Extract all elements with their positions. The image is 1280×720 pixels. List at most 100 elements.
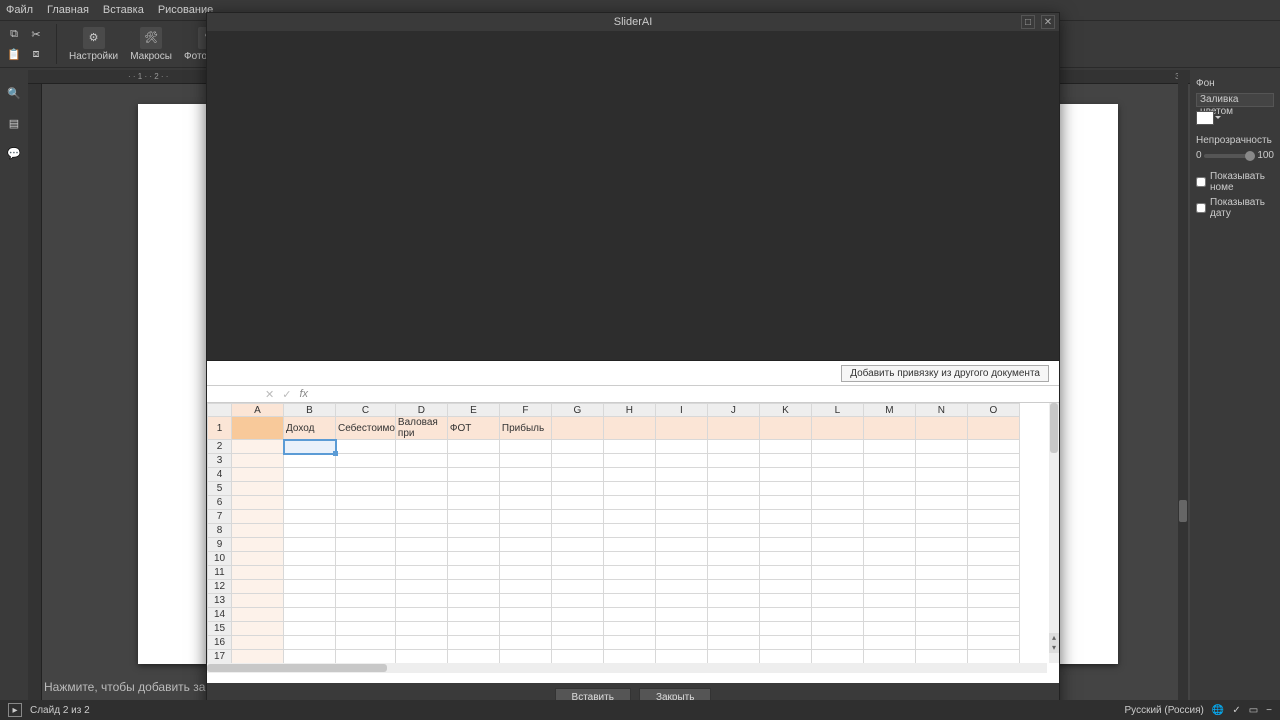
row-header[interactable]: 16: [208, 636, 232, 650]
cell-F17[interactable]: [499, 650, 551, 664]
cell-M8[interactable]: [863, 524, 915, 538]
cell-M12[interactable]: [863, 580, 915, 594]
chat-icon[interactable]: 💬: [5, 144, 23, 162]
menu-file[interactable]: Файл: [6, 4, 33, 16]
cell-A13[interactable]: [232, 594, 284, 608]
col-header[interactable]: B: [284, 404, 336, 417]
cell-M17[interactable]: [863, 650, 915, 664]
cell-I16[interactable]: [655, 636, 707, 650]
cell-O7[interactable]: [967, 510, 1019, 524]
cell-B14[interactable]: [284, 608, 336, 622]
row-header[interactable]: 8: [208, 524, 232, 538]
cell-F5[interactable]: [499, 482, 551, 496]
col-header[interactable]: F: [499, 404, 551, 417]
col-header[interactable]: N: [915, 404, 967, 417]
cell-A17[interactable]: [232, 650, 284, 664]
cell-O12[interactable]: [967, 580, 1019, 594]
close-icon[interactable]: ✕: [1041, 15, 1055, 29]
row-header[interactable]: 1: [208, 417, 232, 440]
cell-M16[interactable]: [863, 636, 915, 650]
cell-O15[interactable]: [967, 622, 1019, 636]
cell-K9[interactable]: [759, 538, 811, 552]
zoom-out-icon[interactable]: −: [1266, 705, 1272, 716]
col-header[interactable]: K: [759, 404, 811, 417]
cell-E3[interactable]: [447, 454, 499, 468]
cell-D16[interactable]: [395, 636, 447, 650]
col-header[interactable]: C: [336, 404, 396, 417]
cell-H1[interactable]: [603, 417, 655, 440]
cell-M5[interactable]: [863, 482, 915, 496]
cell-J11[interactable]: [707, 566, 759, 580]
row-header[interactable]: 6: [208, 496, 232, 510]
cell-E11[interactable]: [447, 566, 499, 580]
cell-N11[interactable]: [915, 566, 967, 580]
spreadsheet[interactable]: ABCDEFGHIJKLMNO1ДоходСебестоимоВаловая п…: [207, 403, 1020, 673]
cell-A8[interactable]: [232, 524, 284, 538]
cell-K2[interactable]: [759, 440, 811, 454]
cell-O11[interactable]: [967, 566, 1019, 580]
cell-A2[interactable]: [232, 440, 284, 454]
cell-C1[interactable]: Себестоимо: [336, 417, 396, 440]
cell-N16[interactable]: [915, 636, 967, 650]
add-binding-button[interactable]: Добавить привязку из другого документа: [841, 365, 1049, 382]
cell-G13[interactable]: [551, 594, 603, 608]
row-header[interactable]: 15: [208, 622, 232, 636]
col-header[interactable]: M: [863, 404, 915, 417]
cell-N6[interactable]: [915, 496, 967, 510]
cell-A16[interactable]: [232, 636, 284, 650]
fx-icon[interactable]: fx: [299, 388, 308, 400]
cell-G17[interactable]: [551, 650, 603, 664]
cell-D5[interactable]: [395, 482, 447, 496]
cell-N3[interactable]: [915, 454, 967, 468]
cell-L4[interactable]: [811, 468, 863, 482]
cell-D7[interactable]: [395, 510, 447, 524]
cell-E12[interactable]: [447, 580, 499, 594]
select-icon[interactable]: ⧈: [28, 46, 44, 62]
cell-D3[interactable]: [395, 454, 447, 468]
cell-O17[interactable]: [967, 650, 1019, 664]
cell-G7[interactable]: [551, 510, 603, 524]
cell-H13[interactable]: [603, 594, 655, 608]
cell-L15[interactable]: [811, 622, 863, 636]
cell-D10[interactable]: [395, 552, 447, 566]
cell-A1[interactable]: [232, 417, 284, 440]
cell-K17[interactable]: [759, 650, 811, 664]
cell-I17[interactable]: [655, 650, 707, 664]
cell-C11[interactable]: [336, 566, 396, 580]
cell-O10[interactable]: [967, 552, 1019, 566]
cell-L9[interactable]: [811, 538, 863, 552]
copy-icon[interactable]: ⧉: [6, 26, 22, 42]
cell-H11[interactable]: [603, 566, 655, 580]
cell-K14[interactable]: [759, 608, 811, 622]
cell-E10[interactable]: [447, 552, 499, 566]
cell-K10[interactable]: [759, 552, 811, 566]
fill-type-select[interactable]: Заливка цветом: [1196, 93, 1274, 107]
cell-J8[interactable]: [707, 524, 759, 538]
cell-C16[interactable]: [336, 636, 396, 650]
cell-A14[interactable]: [232, 608, 284, 622]
cell-F10[interactable]: [499, 552, 551, 566]
cell-C10[interactable]: [336, 552, 396, 566]
cell-B16[interactable]: [284, 636, 336, 650]
cell-K1[interactable]: [759, 417, 811, 440]
cell-D13[interactable]: [395, 594, 447, 608]
cell-E15[interactable]: [447, 622, 499, 636]
cell-A6[interactable]: [232, 496, 284, 510]
cell-I8[interactable]: [655, 524, 707, 538]
cell-B1[interactable]: Доход: [284, 417, 336, 440]
cell-G8[interactable]: [551, 524, 603, 538]
cell-G10[interactable]: [551, 552, 603, 566]
cell-I12[interactable]: [655, 580, 707, 594]
cell-H8[interactable]: [603, 524, 655, 538]
cell-M1[interactable]: [863, 417, 915, 440]
cell-L7[interactable]: [811, 510, 863, 524]
cell-H2[interactable]: [603, 440, 655, 454]
cell-O2[interactable]: [967, 440, 1019, 454]
cell-H5[interactable]: [603, 482, 655, 496]
cell-H10[interactable]: [603, 552, 655, 566]
cell-C2[interactable]: [336, 440, 396, 454]
cell-D11[interactable]: [395, 566, 447, 580]
search-icon[interactable]: 🔍: [5, 84, 23, 102]
cell-H9[interactable]: [603, 538, 655, 552]
cell-C15[interactable]: [336, 622, 396, 636]
